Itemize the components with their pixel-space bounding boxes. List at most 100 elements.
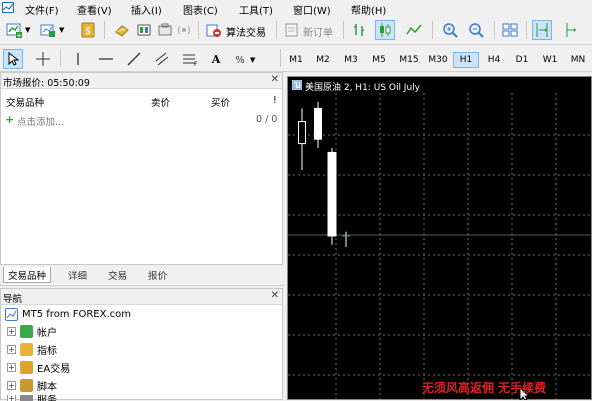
chart-shift-icon[interactable] bbox=[532, 20, 552, 40]
chart-canvas[interactable] bbox=[288, 77, 591, 399]
menu-window[interactable]: 窗口(W) bbox=[293, 2, 331, 17]
svg-text:$: $ bbox=[85, 26, 91, 37]
tree-item-label: 帐户 bbox=[37, 327, 57, 339]
new-order-icon[interactable] bbox=[282, 20, 302, 40]
vertical-line-icon[interactable] bbox=[68, 49, 88, 69]
trend-line-icon[interactable] bbox=[124, 49, 144, 69]
indicators-icon bbox=[20, 342, 33, 356]
navigator-root-label: MT5 from FOREX.com bbox=[22, 308, 132, 320]
signal-icon[interactable] bbox=[174, 20, 194, 40]
symbol-count: 0 / 0 bbox=[256, 114, 278, 125]
horizontal-line-icon[interactable] bbox=[96, 49, 116, 69]
zoom-out-icon[interactable] bbox=[466, 20, 486, 40]
expand-icon[interactable]: + bbox=[7, 326, 16, 336]
market-watch-panel: 市场报价: 05:50:09 ✕ 交易品种 卖价 买价 ! + 点击添加... … bbox=[0, 72, 283, 286]
expert-advisors-icon bbox=[20, 360, 33, 374]
tree-item-indicators[interactable]: + 指标 bbox=[7, 341, 57, 357]
tree-item-accounts[interactable]: + 帐户 bbox=[7, 323, 57, 339]
fibonacci-icon[interactable]: F bbox=[180, 49, 200, 69]
scripts-icon bbox=[20, 378, 33, 392]
timeframe-m30[interactable]: M30 bbox=[424, 52, 452, 68]
app-icon[interactable] bbox=[2, 2, 14, 13]
timeframe-m5[interactable]: M5 bbox=[366, 52, 392, 68]
data-window-icon[interactable] bbox=[112, 20, 132, 40]
expand-icon[interactable]: + bbox=[7, 344, 16, 354]
chevron-down-icon[interactable]: ▼ bbox=[59, 26, 64, 34]
menu-insert[interactable]: 插入(I) bbox=[131, 2, 162, 17]
shapes-icon[interactable]: % bbox=[232, 49, 252, 69]
svg-text:A: A bbox=[211, 53, 221, 66]
timeframe-mn[interactable]: MN bbox=[565, 52, 591, 68]
zoom-in-icon[interactable] bbox=[440, 20, 460, 40]
cursor-icon[interactable] bbox=[3, 49, 23, 69]
new-order-button[interactable]: 新订单 bbox=[303, 24, 333, 39]
toolbox-icon[interactable] bbox=[155, 20, 175, 40]
timeframe-m15[interactable]: M15 bbox=[395, 52, 423, 68]
close-icon[interactable]: ✕ bbox=[271, 290, 279, 301]
chevron-down-icon[interactable]: ▼ bbox=[250, 56, 255, 64]
bar-chart-icon[interactable] bbox=[350, 20, 370, 40]
expand-icon[interactable]: + bbox=[7, 380, 16, 390]
timeframe-h4[interactable]: H4 bbox=[481, 52, 507, 68]
crosshair-icon[interactable] bbox=[33, 49, 53, 69]
tab-symbols[interactable]: 交易品种 bbox=[3, 267, 52, 283]
plus-icon[interactable]: + bbox=[5, 113, 14, 126]
watermark-text: 无须风高返佣 无手续费 bbox=[422, 381, 547, 395]
auto-scroll-icon[interactable] bbox=[560, 20, 580, 40]
new-chart-icon[interactable]: + bbox=[4, 20, 24, 40]
chevron-down-icon[interactable]: ▼ bbox=[25, 26, 30, 34]
timeframe-d1[interactable]: D1 bbox=[509, 52, 535, 68]
timeframe-m2[interactable]: M2 bbox=[310, 52, 336, 68]
column-flag[interactable]: ! bbox=[273, 95, 277, 106]
market-watch-icon[interactable]: $ bbox=[78, 20, 98, 40]
menu-help[interactable]: 帮助(H) bbox=[351, 2, 386, 17]
menu-file[interactable]: 文件(F) bbox=[25, 2, 59, 17]
chart-window[interactable]: 美国原油 2, H1: US Oil July bbox=[287, 76, 592, 400]
close-icon[interactable]: ✕ bbox=[271, 74, 279, 85]
tab-ticks[interactable]: 报价 bbox=[144, 267, 171, 283]
timeframe-w1[interactable]: W1 bbox=[537, 52, 563, 68]
tree-item-scripts[interactable]: + 脚本 bbox=[7, 377, 57, 393]
column-bid[interactable]: 卖价 bbox=[151, 95, 170, 109]
navigator-title: 导航 bbox=[3, 294, 23, 305]
equidistant-channel-icon[interactable] bbox=[152, 49, 172, 69]
services-icon bbox=[20, 395, 33, 401]
market-watch-tabs: 交易品种 详细 交易 报价 bbox=[0, 264, 283, 284]
timeframe-m3[interactable]: M3 bbox=[338, 52, 364, 68]
accounts-icon bbox=[20, 324, 33, 338]
expand-icon[interactable]: + bbox=[7, 362, 16, 372]
candlestick-chart-icon[interactable] bbox=[375, 20, 395, 40]
tab-trading[interactable]: 交易 bbox=[104, 267, 131, 283]
navigator-icon[interactable] bbox=[134, 20, 154, 40]
expand-icon[interactable]: + bbox=[7, 395, 16, 401]
timeframe-h1[interactable]: H1 bbox=[453, 52, 479, 68]
tile-windows-icon[interactable] bbox=[500, 20, 520, 40]
timeframe-m1[interactable]: M1 bbox=[283, 52, 309, 68]
candle-body bbox=[314, 107, 322, 140]
market-watch-header: 市场报价: 05:50:09 ✕ bbox=[1, 73, 282, 89]
menu-charts[interactable]: 图表(C) bbox=[183, 2, 218, 17]
column-ask[interactable]: 买价 bbox=[211, 95, 230, 109]
tree-item-label: 指标 bbox=[37, 345, 57, 357]
tree-item-label: EA交易 bbox=[37, 363, 71, 375]
profiles-icon[interactable] bbox=[38, 20, 58, 40]
menu-tools[interactable]: 工具(T) bbox=[239, 2, 273, 17]
tree-item-services[interactable]: + 服务 bbox=[7, 395, 57, 401]
drawing-toolbar: F A % ▼ M1 M2 M3 M5 M15 M30 H1 H4 D1 W1 … bbox=[0, 45, 592, 72]
menu-view[interactable]: 查看(V) bbox=[77, 2, 112, 17]
svg-text:%: % bbox=[235, 55, 245, 66]
tree-item-expert-advisors[interactable]: + EA交易 bbox=[7, 359, 70, 375]
add-symbol-link[interactable]: 点击添加... bbox=[17, 114, 64, 128]
chart-header: 美国原油 2, H1: US Oil July bbox=[288, 77, 591, 93]
text-label-icon[interactable]: A bbox=[206, 49, 226, 69]
algo-trading-button[interactable]: 算法交易 bbox=[226, 24, 266, 39]
tree-item-label: 服务 bbox=[37, 395, 57, 401]
svg-text:+: + bbox=[16, 32, 22, 39]
tab-details[interactable]: 详细 bbox=[64, 267, 91, 283]
chart-window-icon bbox=[292, 80, 302, 90]
navigator-root[interactable]: MT5 from FOREX.com bbox=[5, 306, 131, 322]
algo-trading-icon[interactable] bbox=[204, 20, 224, 40]
column-symbol[interactable]: 交易品种 bbox=[6, 95, 44, 109]
chart-title: 美国原油 2, H1: US Oil July bbox=[305, 83, 420, 93]
line-chart-icon[interactable] bbox=[404, 20, 424, 40]
